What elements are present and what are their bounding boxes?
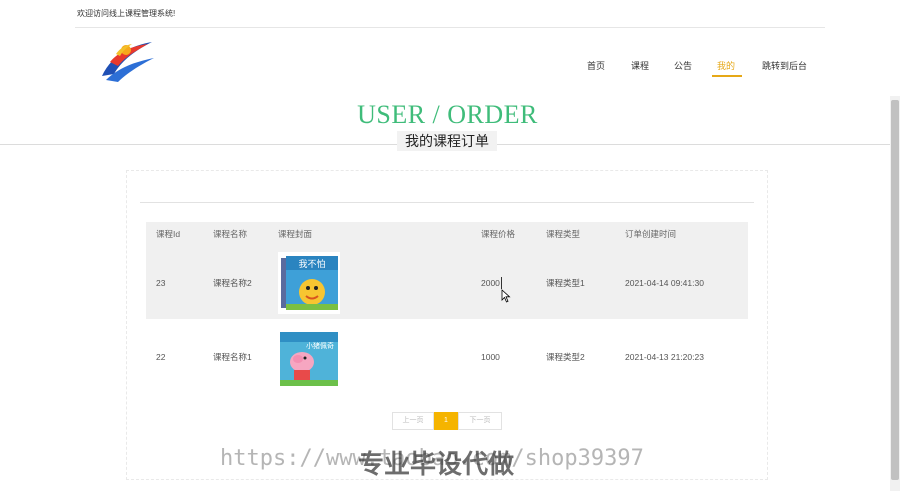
table-row[interactable]: 22 课程名称1 小猪佩奇 1000 课程类型2 2021-04-13 21:2… [146, 319, 748, 394]
nav-active-underline [712, 75, 742, 77]
nav-item-mine[interactable]: 我的 [717, 59, 735, 72]
cover-title-text: 我不怕 [298, 258, 325, 270]
scrollbar-thumb[interactable] [891, 100, 899, 480]
col-header-cover: 课程封面 [278, 229, 313, 239]
nav-item-notices[interactable]: 公告 [674, 59, 692, 72]
page-title: USER / ORDER [357, 100, 538, 129]
watermark-text: 专业毕设代做 [358, 449, 515, 479]
table-header-row: 课程Id 课程名称 课程封面 课程价格 课程类型 订单创建时间 [146, 222, 748, 246]
course-cover-image[interactable]: 我不怕 [278, 251, 340, 314]
page-subtitle: 我的课程订单 [397, 131, 497, 151]
cell-name: 课程名称2 [213, 277, 252, 288]
cell-price: 2000 [481, 277, 500, 288]
welcome-text: 欢迎访问线上课程管理系统! [77, 9, 176, 18]
col-header-price: 课程价格 [481, 229, 516, 239]
current-page-button[interactable]: 1 [434, 412, 458, 430]
text-caret [501, 277, 502, 289]
col-header-id: 课程Id [156, 229, 181, 239]
col-header-name: 课程名称 [213, 229, 248, 239]
course-cover-image[interactable]: 小猪佩奇 [278, 325, 340, 388]
cell-type: 课程类型2 [546, 351, 585, 362]
col-header-type: 课程类型 [546, 229, 581, 239]
cover-title-text: 小猪佩奇 [306, 341, 334, 350]
panel-divider [140, 202, 754, 203]
cell-price: 1000 [481, 351, 500, 362]
cell-cover: 我不怕 [278, 246, 481, 319]
top-bar: 欢迎访问线上课程管理系统! [75, 0, 825, 28]
cell-id: 22 [156, 351, 166, 362]
cell-created: 2021-04-13 21:20:23 [625, 351, 704, 362]
prev-page-button[interactable]: 上一页 [392, 412, 434, 430]
cell-created: 2021-04-14 09:41:30 [625, 277, 704, 288]
cell-type: 课程类型1 [546, 277, 585, 288]
main-nav: 首页 课程 公告 我的 跳转到后台 [0, 59, 900, 79]
table-row[interactable]: 23 课程名称2 我不怕 2000 课程类型1 2021-04-14 09:41… [146, 246, 748, 319]
orders-table: 课程Id 课程名称 课程封面 课程价格 课程类型 订单创建时间 23 课程名称2… [146, 222, 748, 394]
cell-name: 课程名称1 [213, 351, 252, 362]
mouse-pointer-icon [501, 289, 511, 303]
nav-item-home[interactable]: 首页 [587, 59, 605, 72]
pagination: 上一页 1 下一页 [392, 412, 502, 430]
cell-id: 23 [156, 277, 166, 288]
nav-item-courses[interactable]: 课程 [631, 59, 649, 72]
next-page-button[interactable]: 下一页 [458, 412, 502, 430]
nav-item-admin[interactable]: 跳转到后台 [762, 59, 807, 72]
cell-cover: 小猪佩奇 [278, 319, 481, 394]
col-header-created: 订单创建时间 [625, 229, 677, 239]
